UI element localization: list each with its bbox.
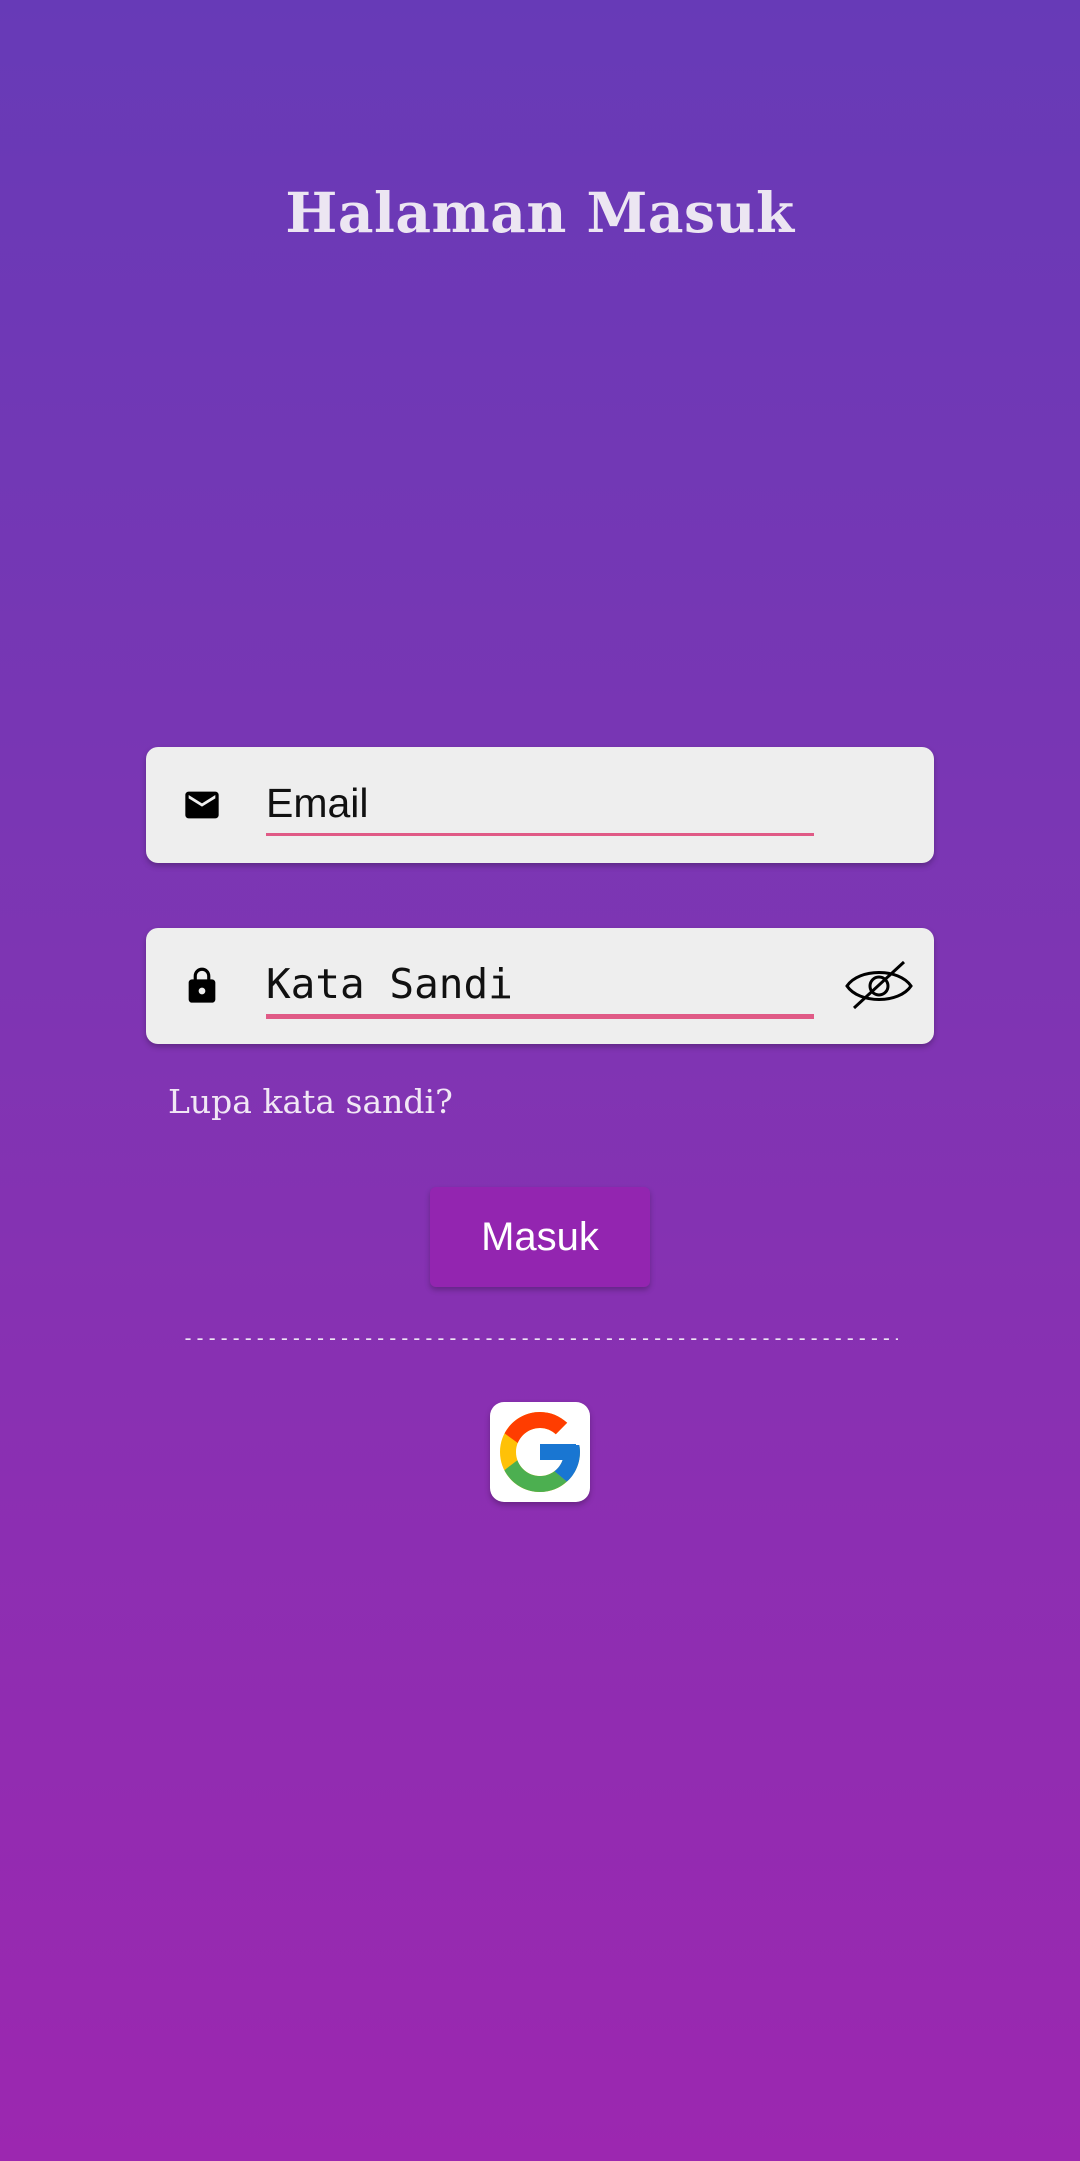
password-input[interactable]	[266, 954, 814, 1019]
mail-icon	[185, 791, 219, 819]
google-icon	[500, 1412, 580, 1492]
page-title: Halaman Masuk	[285, 180, 795, 245]
divider: ----------------------------------------…	[182, 1328, 898, 1348]
login-button[interactable]: Masuk	[430, 1187, 650, 1287]
email-field	[146, 747, 934, 863]
lock-icon	[188, 967, 216, 1003]
eye-off-icon[interactable]	[844, 958, 914, 1014]
forgot-password-link[interactable]: Lupa kata sandi?	[168, 1082, 453, 1121]
email-input[interactable]	[266, 773, 814, 836]
google-login-button[interactable]	[490, 1402, 590, 1502]
password-field	[146, 928, 934, 1044]
